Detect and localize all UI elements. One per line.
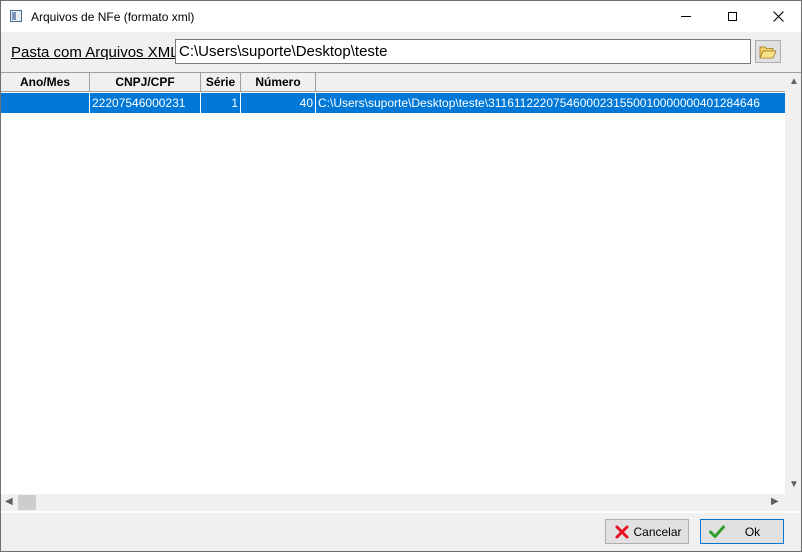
vertical-scrollbar[interactable]: ▲ ▼ [785,73,801,494]
close-icon [772,11,784,22]
column-header-cnpj-cpf[interactable]: CNPJ/CPF [90,73,201,92]
maximize-button[interactable] [709,1,755,32]
cell-cnpj-cpf: 22207546000231 [90,93,201,113]
column-header-ano-mes[interactable]: Ano/Mes [1,73,90,92]
maximize-icon [727,12,737,21]
table-row[interactable]: 22207546000231 1 40 C:\Users\suporte\Des… [1,93,785,113]
cell-arquivo: C:\Users\suporte\Desktop\teste\311611222… [318,96,760,110]
cancel-label: Cancelar [633,524,682,539]
scroll-down-icon[interactable]: ▼ [789,479,799,490]
horizontal-scroll-thumb[interactable] [18,495,36,510]
check-icon [706,525,728,539]
title-bar[interactable]: Arquivos de NFe (formato xml) [1,1,801,32]
minimize-icon [681,16,691,17]
window-title: Arquivos de NFe (formato xml) [31,10,195,24]
cell-serie: 1 [201,93,241,113]
ok-button[interactable]: Ok [700,519,784,544]
column-header-arquivo[interactable] [316,73,785,92]
dialog-window: Arquivos de NFe (formato xml) Pasta com … [0,0,802,552]
browse-folder-button[interactable] [755,40,781,63]
scroll-left-icon[interactable]: ◀ [5,496,13,507]
horizontal-scrollbar[interactable]: ◀ ▶ [1,494,785,511]
scroll-right-icon[interactable]: ▶ [771,496,779,507]
folder-path-input[interactable] [175,39,751,64]
cancel-button[interactable]: Cancelar [605,519,689,544]
cell-numero: 40 [241,93,316,113]
cell-ano-mes [1,93,90,113]
column-header-numero[interactable]: Número [241,73,316,92]
grid-header: Ano/Mes CNPJ/CPF Série Número [1,73,785,92]
minimize-button[interactable] [663,1,709,32]
folder-label: Pasta com Arquivos XML [11,44,179,61]
column-header-serie[interactable]: Série [201,73,241,92]
scroll-up-icon[interactable]: ▲ [789,76,799,87]
x-icon [611,525,633,539]
nfe-file-grid[interactable]: Ano/Mes CNPJ/CPF Série Número 2220754600… [1,72,801,513]
app-icon [10,10,22,22]
ok-label: Ok [744,524,761,539]
close-button[interactable] [755,1,801,32]
folder-open-icon [759,46,777,58]
scrollbar-corner [785,494,801,511]
folder-row: Pasta com Arquivos XML [1,33,801,71]
